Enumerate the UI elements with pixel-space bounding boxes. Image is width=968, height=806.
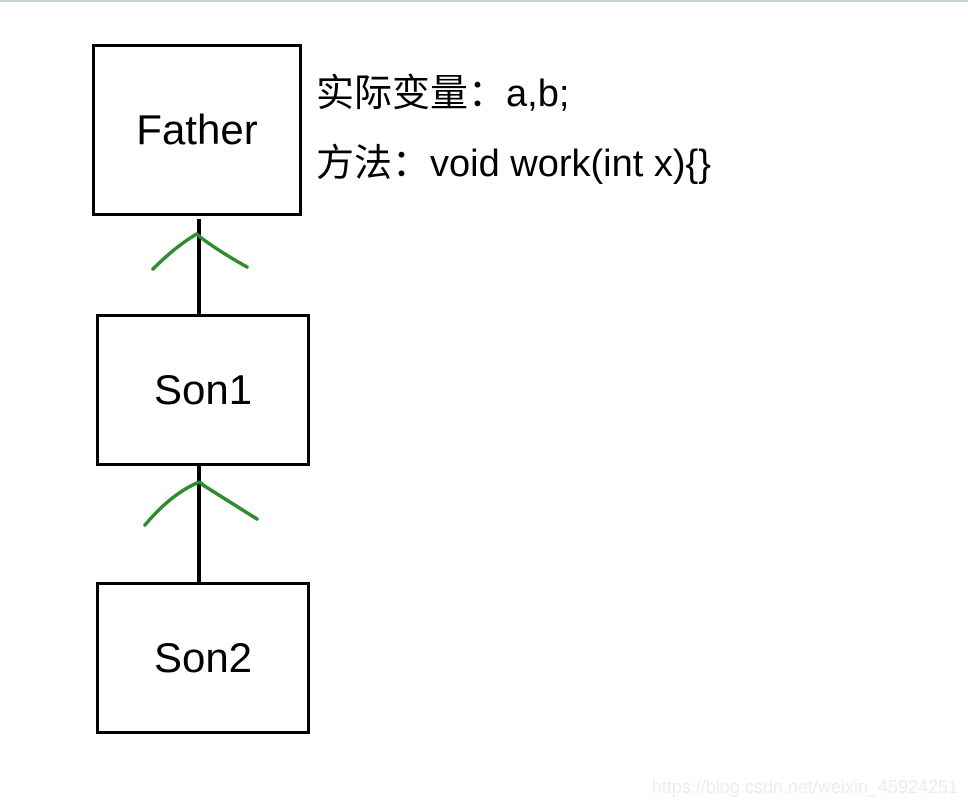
- son1-node-box: Son1: [96, 314, 310, 466]
- method-annotation: 方法：void work(int x){}: [316, 132, 711, 187]
- watermark-text: https://blog.csdn.net/weixin_45924251: [652, 777, 958, 798]
- father-node-box: Father: [92, 44, 302, 216]
- son1-label: Son1: [154, 366, 252, 414]
- connector-line-son1-son2: [197, 466, 201, 582]
- son2-node-box: Son2: [96, 582, 310, 734]
- son2-label: Son2: [154, 634, 252, 682]
- connector-line-father-son1: [197, 219, 201, 314]
- variables-annotation: 实际变量：a,b;: [316, 62, 569, 117]
- father-label: Father: [136, 106, 257, 154]
